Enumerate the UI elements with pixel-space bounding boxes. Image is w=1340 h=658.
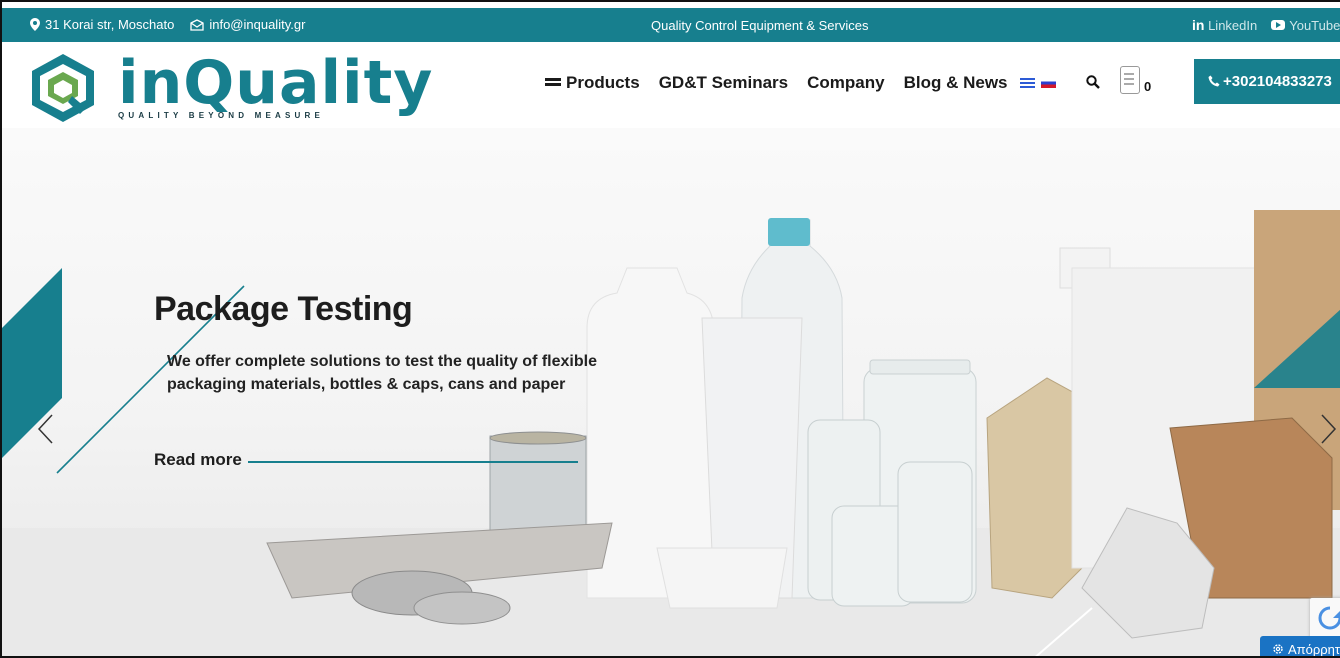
quote-cart-icon[interactable]: [1120, 66, 1140, 94]
youtube-label: YouTube: [1289, 17, 1340, 33]
russian-flag-icon[interactable]: [1040, 78, 1056, 88]
read-more-link[interactable]: Read more: [154, 450, 242, 470]
gear-icon: [1273, 644, 1283, 654]
phone-number: +302104833273: [1223, 73, 1332, 90]
logo-mark-icon: [32, 54, 94, 122]
slider-prev-arrow-icon[interactable]: [36, 414, 56, 444]
privacy-label: Απόρρητο: [1288, 642, 1340, 657]
privacy-settings-button[interactable]: Απόρρητο: [1260, 636, 1340, 657]
linkedin-link[interactable]: in LinkedIn: [1192, 17, 1257, 33]
main-nav: Products GD&T Seminars Company Blog & Ne…: [545, 73, 1062, 93]
hero-title: Package Testing: [154, 290, 413, 328]
email-text: info@inquality.gr: [209, 17, 306, 32]
nav-blog-news[interactable]: Blog & News: [904, 73, 1008, 93]
map-pin-icon: [30, 18, 40, 31]
social-links: in LinkedIn YouTube: [1192, 17, 1340, 33]
logo-tagline: QUALITY BEYOND MEASURE: [118, 111, 325, 120]
address-link[interactable]: 31 Korai str, Moschato: [30, 17, 174, 32]
hero-subtitle: We offer complete solutions to test the …: [167, 353, 597, 393]
contact-info: 31 Korai str, Moschato info@inquality.gr: [30, 17, 305, 32]
youtube-link[interactable]: YouTube: [1271, 18, 1340, 33]
phone-button[interactable]: +302104833273: [1194, 59, 1340, 104]
envelope-icon: [190, 18, 204, 31]
slider-next-arrow-icon[interactable]: [1318, 414, 1338, 444]
page-frame: 31 Korai str, Moschato info@inquality.gr…: [0, 0, 1340, 658]
youtube-icon: [1271, 19, 1286, 30]
address-text: 31 Korai str, Moschato: [45, 17, 175, 32]
nav-gdt-seminars[interactable]: GD&T Seminars: [659, 73, 788, 93]
site-logo[interactable]: inQuality QUALITY BEYOND MEASURE: [28, 48, 432, 122]
recaptcha-badge[interactable]: [1310, 598, 1340, 638]
linkedin-label: LinkedIn: [1208, 18, 1258, 33]
search-icon[interactable]: [1086, 75, 1100, 89]
menu-icon: [545, 78, 561, 86]
recaptcha-icon: [1318, 606, 1340, 630]
nav-products-label: Products: [566, 73, 640, 92]
main-header: inQuality QUALITY BEYOND MEASURE Product…: [2, 42, 1340, 128]
nav-products[interactable]: Products: [545, 73, 640, 93]
nav-company[interactable]: Company: [807, 73, 884, 93]
hero-slider: Package Testing We offer complete soluti…: [2, 128, 1340, 657]
read-more-underline: [248, 461, 578, 463]
cart-count: 0: [1144, 79, 1152, 94]
top-info-bar: 31 Korai str, Moschato info@inquality.gr…: [2, 8, 1340, 42]
linkedin-icon: in: [1192, 17, 1205, 33]
email-link[interactable]: info@inquality.gr: [190, 17, 305, 32]
greek-flag-icon[interactable]: [1019, 78, 1035, 88]
logo-wordmark: inQuality: [118, 48, 434, 118]
tagline: Quality Control Equipment & Services: [651, 18, 869, 33]
phone-icon: [1208, 75, 1220, 87]
